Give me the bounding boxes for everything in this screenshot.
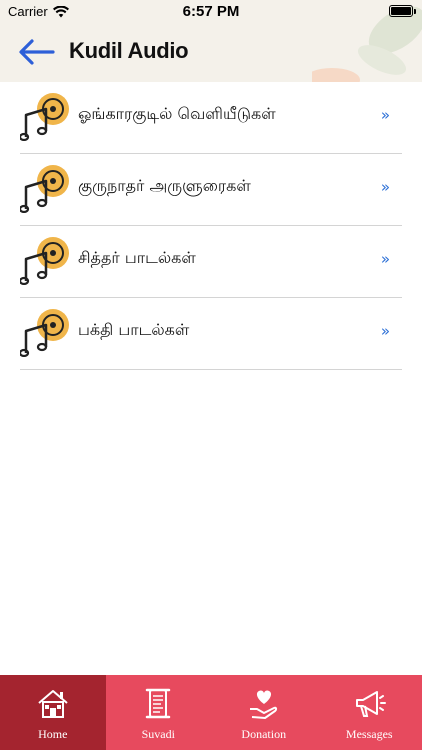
tab-home[interactable]: Home	[0, 675, 106, 750]
list-item-label: ஓங்காரகுடில் வெளியீடுகள்	[78, 104, 276, 123]
status-time: 6:57 PM	[182, 3, 240, 20]
list-item[interactable]: ஓங்காரகுடில் வெளியீடுகள் »	[20, 82, 402, 154]
tab-messages-label: Messages	[345, 727, 393, 741]
list-item[interactable]: பக்தி பாடல்கள் »	[20, 298, 402, 370]
music-disc-icon	[20, 165, 69, 213]
battery-icon	[389, 5, 416, 17]
tab-donation-label: Donation	[241, 727, 287, 741]
list-item-label: சித்தர் பாடல்கள்	[78, 248, 196, 267]
chevron-right-icon: »	[380, 178, 390, 196]
tab-suvadi-label: Suvadi	[141, 727, 175, 741]
tab-suvadi[interactable]: Suvadi	[106, 675, 212, 750]
home-icon	[38, 690, 68, 718]
scroll-icon	[146, 688, 171, 719]
music-disc-icon	[20, 93, 69, 141]
status-bar: Carrier 6:57 PM	[0, 0, 422, 22]
tab-home-label: Home	[38, 727, 68, 741]
heart-hand-icon	[249, 690, 277, 719]
megaphone-icon	[356, 691, 387, 717]
bottom-tab-bar: Home Suvadi Donation Messages	[0, 675, 422, 750]
tab-donation[interactable]: Donation	[211, 675, 317, 750]
music-disc-icon	[20, 237, 69, 285]
music-disc-icon	[20, 309, 69, 357]
nav-bar: Kudil Audio	[0, 32, 422, 72]
chevron-right-icon: »	[380, 322, 390, 340]
list-item-label: குருநாதர் அருளுரைகள்	[78, 176, 251, 195]
chevron-right-icon: »	[380, 106, 390, 124]
tab-messages[interactable]: Messages	[317, 675, 422, 750]
page-title: Kudil Audio	[69, 38, 189, 63]
list-item[interactable]: குருநாதர் அருளுரைகள் »	[20, 154, 402, 226]
list-item-label: பக்தி பாடல்கள்	[78, 320, 190, 339]
arrow-left-icon[interactable]	[18, 38, 56, 66]
app-header: Carrier 6:57 PM Kudil Audio	[0, 0, 422, 82]
audio-category-list: ஓங்காரகுடில் வெளியீடுகள் » குருநாதர் அரு…	[20, 82, 402, 370]
chevron-right-icon: »	[380, 250, 390, 268]
list-item[interactable]: சித்தர் பாடல்கள் »	[20, 226, 402, 298]
